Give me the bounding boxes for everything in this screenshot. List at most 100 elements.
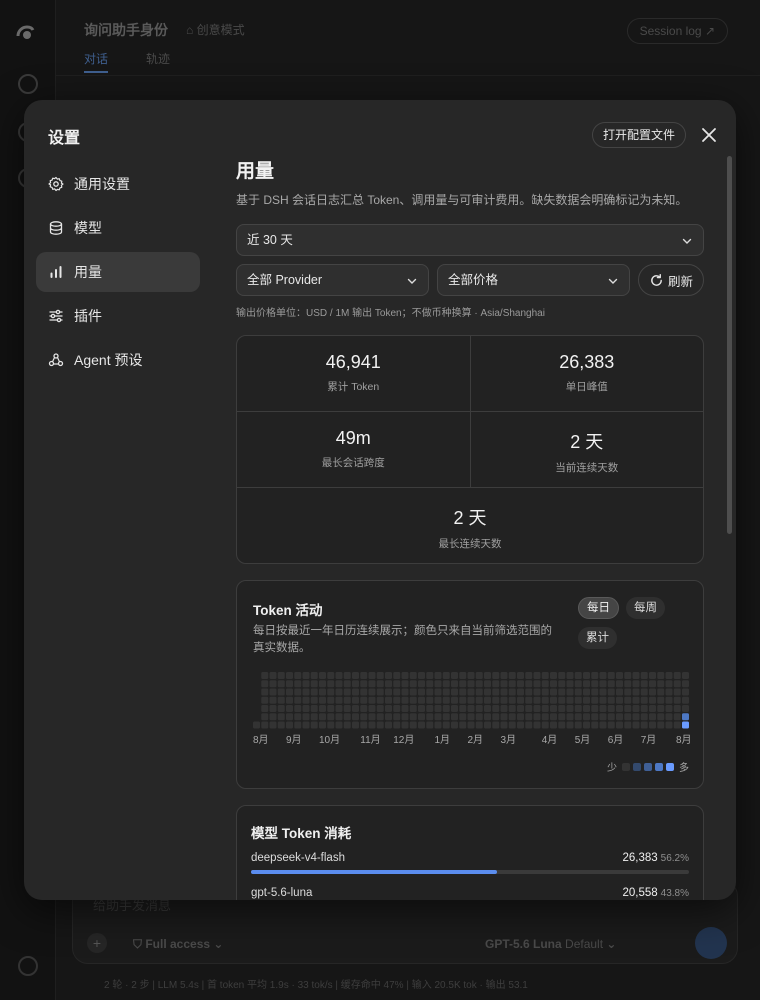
heatmap-cell [558, 705, 566, 712]
month-label: 2月 [467, 735, 484, 746]
heatmap-cell [426, 705, 434, 712]
nav-item-usage[interactable]: 用量 [36, 252, 200, 292]
heatmap-cell [343, 672, 351, 679]
month-label: 8月 [676, 735, 692, 746]
heatmap-cell [665, 696, 673, 704]
heatmap-cell [550, 688, 557, 696]
nav-item-general[interactable]: 通用设置 [36, 164, 200, 204]
heatmap-cell [459, 696, 467, 704]
bar-chart-icon [48, 264, 64, 280]
toggle-daily[interactable]: 每日 [578, 597, 619, 619]
heatmap-cell [508, 713, 516, 721]
toggle-weekly[interactable]: 每周 [626, 597, 665, 619]
mode-label[interactable]: ⌂ 创意模式 [186, 21, 245, 38]
toggle-cumulative[interactable]: 累计 [578, 627, 617, 649]
heatmap-cell [277, 713, 285, 721]
heatmap-cell [310, 705, 318, 712]
heatmap-cell [591, 696, 599, 704]
model-selector[interactable]: GPT-5.6 Luna Default ⌄ [485, 937, 616, 951]
heatmap-cell [541, 672, 549, 679]
heatmap-cell [434, 721, 442, 729]
heatmap-cell [451, 721, 458, 729]
open-config-button[interactable]: 打开配置文件 [592, 122, 687, 148]
stat-longest-streak: 2 天 最长连续天数 [237, 488, 703, 563]
heatmap-cell [657, 705, 665, 712]
heatmap-cell [517, 680, 524, 688]
heatmap-cell [566, 721, 574, 729]
provider-select[interactable]: 全部 Provider [236, 264, 429, 296]
refresh-button[interactable]: 刷新 [638, 264, 704, 296]
date-range-select[interactable]: 近 30 天 [236, 224, 704, 256]
access-selector[interactable]: ⛉ Full access ⌄ [133, 937, 223, 952]
heatmap-cell [352, 721, 359, 729]
legend-swatch [644, 762, 652, 771]
heatmap-cell [409, 713, 417, 721]
send-button[interactable] [695, 927, 727, 959]
heatmap-cell [525, 672, 533, 679]
heatmap-cell [541, 705, 549, 712]
nav-item-models[interactable]: 模型 [36, 208, 200, 248]
heatmap-cell [632, 672, 640, 679]
heatmap-cell [541, 696, 549, 704]
heatmap-cell [426, 721, 434, 729]
session-log-button[interactable]: Session log ↗ [626, 18, 728, 44]
heatmap-cell [599, 680, 607, 688]
nav-item-agent-presets[interactable]: Agent 预设 [36, 340, 200, 380]
heatmap-cell [335, 672, 343, 679]
heatmap-cell [508, 705, 516, 712]
heatmap-cell [286, 696, 293, 704]
heatmap-cell [434, 680, 442, 688]
heatmap-cell [352, 696, 359, 704]
heatmap-cell [459, 688, 467, 696]
heatmap-cell [401, 696, 409, 704]
heatmap-cell [310, 696, 318, 704]
model-bar-track [251, 870, 689, 874]
heatmap-cell [566, 680, 574, 688]
heatmap-cell [475, 705, 483, 712]
close-icon[interactable] [698, 124, 720, 146]
scrollbar-thumb[interactable] [727, 156, 732, 534]
tab-trace[interactable]: 轨迹 [146, 50, 170, 67]
heatmap-cell [426, 672, 434, 679]
price-value: 全部价格 [448, 273, 499, 287]
rail-icon[interactable] [18, 74, 38, 94]
heatmap-cell [616, 705, 623, 712]
heatmap-cell [368, 672, 376, 679]
heatmap-cell [294, 705, 302, 712]
nav-item-plugins[interactable]: 插件 [36, 296, 200, 336]
add-attachment-button[interactable]: + [87, 933, 107, 953]
heatmap-cell [517, 705, 524, 712]
heatmap-cell [376, 672, 384, 679]
heatmap-cell [459, 672, 467, 679]
heatmap-cell [475, 688, 483, 696]
heatmap-cell [343, 696, 351, 704]
price-select[interactable]: 全部价格 [437, 264, 630, 296]
heatmap-cell [665, 688, 673, 696]
heatmap-cell [566, 688, 574, 696]
heatmap-cell [533, 705, 541, 712]
heatmap-cell [599, 721, 607, 729]
month-axis: 8月 9月 10月 11月 12月 1月 2月 3月 4月 5月 6月 7月 8月 [253, 731, 693, 746]
heatmap-cell [607, 721, 615, 729]
stat-total-tokens: 46,941 累计 Token [237, 336, 470, 411]
heatmap-cell [459, 680, 467, 688]
heatmap-cell [616, 713, 623, 721]
section-description: 基于 DSH 会话日志汇总 Token、调用量与可审计费用。缺失数据会明确标记为… [236, 193, 688, 207]
chevron-down-icon [407, 278, 417, 284]
tab-chat[interactable]: 对话 [84, 50, 109, 73]
heatmap-cell [508, 696, 516, 704]
heatmap-cell [426, 696, 434, 704]
heatmap-cell [525, 721, 533, 729]
heatmap-cell [591, 721, 599, 729]
heatmap-cell [525, 696, 533, 704]
chevron-down-icon [608, 278, 618, 284]
heatmap-cell [376, 721, 384, 729]
heatmap-cell [682, 705, 689, 712]
modal-title: 设置 [48, 130, 81, 147]
modal-scrollbar[interactable] [727, 156, 732, 886]
settings-gear-icon[interactable] [18, 956, 38, 976]
heatmap-cell [475, 721, 483, 729]
legend-swatch [633, 762, 641, 771]
heatmap-cell [393, 713, 401, 721]
heatmap-cell [286, 713, 293, 721]
